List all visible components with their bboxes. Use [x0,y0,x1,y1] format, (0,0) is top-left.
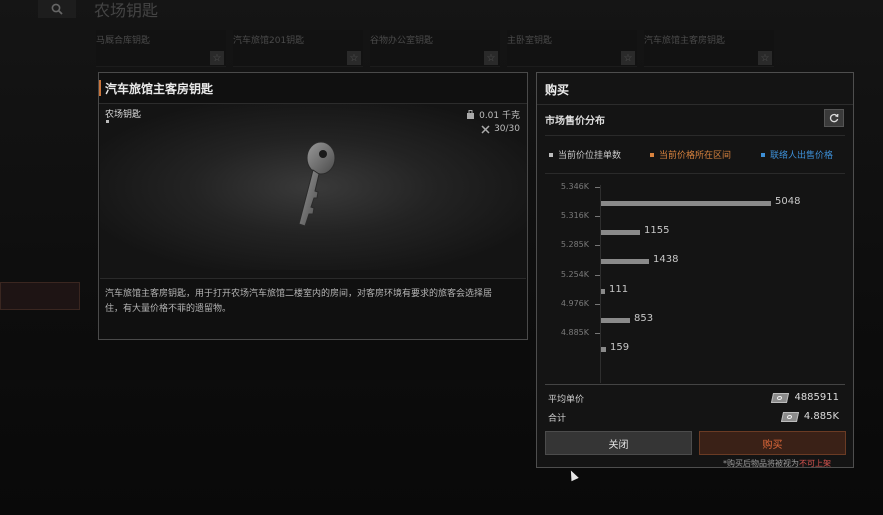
key-icon [298,141,336,227]
legend-swatch [549,152,553,157]
price-distribution-chart: 5.346K 5048 5.316K 1155 5.285K 1438 5.254K 111 4… [537,177,853,385]
background-key-tile[interactable]: 主卧室钥匙 ☆ [507,30,637,67]
star-icon[interactable]: ☆ [758,51,772,65]
item-title-bar: 汽车旅馆主客房钥匙 [99,73,527,104]
divider [545,173,845,174]
background-key-tile[interactable]: 汽车旅馆主客房钥匙 ☆ [644,30,774,67]
search-icon [51,3,63,15]
close-button[interactable]: 关闭 [545,431,692,455]
background-key-tile[interactable]: 汽车旅馆201钥匙 ☆ [233,30,363,67]
chart-bar-label: 1155 [644,225,670,237]
chart-tick-label: 5.285K [560,240,589,250]
chart-tick-mark [595,245,600,247]
total-price-value: 4.885K [803,411,839,422]
money-icon [771,392,790,403]
chart-tick-label: 5.346K [560,182,589,191]
chart-bar-label: 5048 [775,196,801,207]
chart-bar-label: 1438 [653,254,679,266]
background-key-tile[interactable]: 谷物办公室钥匙 ☆ [370,30,500,67]
average-price-label: 平均单价 [548,395,585,405]
item-durability-value: 30/30 [494,124,520,134]
chart-bar-label: 853 [634,312,654,324]
chart-tick-label: 4.885K [560,328,589,337]
background-key-tile[interactable]: 马厩合库钥匙 ☆ [96,30,226,67]
buy-button[interactable]: 购买 [699,431,846,455]
chart-tick-label: 5.254K [560,269,589,279]
price-distribution-title: 市场售价分布 [545,116,605,127]
chart-axis [600,185,601,383]
star-icon[interactable]: ☆ [621,51,635,65]
chart-bar [601,288,605,294]
average-price-row: 平均单价 4885911 [548,392,839,405]
item-category: 农场钥匙 [105,110,142,120]
legend-item-current-range: 当前价格所在区间 [650,148,731,161]
divider [545,384,845,385]
background-side-tab[interactable] [0,282,80,310]
background-key-label: 汽车旅馆201钥匙 [233,36,305,46]
tools-icon [481,124,490,134]
star-icon[interactable]: ☆ [484,51,498,65]
background-category-title: 农场钥匙 [94,1,159,20]
item-preview: 农场钥匙 0.01 千克 30/30 [100,104,527,270]
legend-swatch [650,152,654,157]
search-button[interactable] [38,0,76,18]
star-icon[interactable]: ☆ [210,51,224,65]
item-durability: 30/30 [481,124,520,134]
divider [545,135,845,136]
chart-bar [601,230,640,236]
legend-item-contact-price: 联络人出售价格 [761,148,833,161]
background-key-label: 主卧室钥匙 [507,36,553,46]
description-line: 汽车旅馆主客房钥匙，用于打开农场汽车旅馆二楼室内的房间，对客房环境有要求的旅客会… [105,289,493,299]
background-key-label: 谷物办公室钥匙 [370,36,434,46]
chart-tick-label: 4.976K [560,298,589,308]
item-title: 汽车旅馆主客房钥匙 [105,82,214,96]
item-detail-panel: 汽车旅馆主客房钥匙 农场钥匙 0.01 千克 30/30 汽车旅馆主客房钥匙，用… [98,72,528,340]
chart-tick-mark [595,303,600,305]
chart-tick-mark [595,216,600,218]
legend-label: 当前价位挂单数 [558,151,622,161]
purchase-note: *购买后物品将被视为不可上架 [723,458,831,469]
refresh-button[interactable] [824,109,844,127]
chart-bar [601,201,771,206]
description-line: 住，有大量价格不菲的遗留物。 [105,304,232,314]
chart-bar [601,347,606,352]
purchase-note-warning: 不可上架 [799,459,831,468]
item-description: 汽车旅馆主客房钥匙，用于打开农场汽车旅馆二楼室内的房间，对客房环境有要求的旅客会… [105,287,523,317]
average-price-value: 4885911 [794,392,839,403]
item-weight-value: 0.01 千克 [479,111,520,121]
legend-label: 当前价格所在区间 [659,151,732,161]
chart-tick-mark [595,187,600,188]
category-dot [106,120,109,123]
buy-title: 购买 [545,83,570,97]
legend-item-count: 当前价位挂单数 [549,148,621,161]
divider [537,104,853,105]
description-divider [100,270,526,279]
chart-bar [601,259,649,265]
money-icon [780,411,799,422]
buy-panel: 购买 市场售价分布 当前价位挂单数 当前价格所在区间 联络人出售价格 5.346… [536,72,854,468]
item-weight: 0.01 千克 [466,108,520,121]
star-icon[interactable]: ☆ [347,51,361,65]
chart-bar-label: 111 [609,283,629,295]
chart-bar [601,317,630,323]
purchase-note-text: *购买后物品将被视为 [723,459,799,468]
chart-tick-label: 5.316K [560,211,589,221]
total-price-row: 合计 4.885K [548,411,839,424]
legend-swatch [761,152,765,157]
chart-tick-mark [595,274,600,276]
background-key-label: 马厩合库钥匙 [96,36,151,46]
background-key-label: 汽车旅馆主客房钥匙 [644,36,726,46]
title-accent-bar [99,80,101,96]
chart-tick-mark [595,333,600,334]
total-price-label: 合计 [548,414,567,424]
refresh-icon [829,113,839,123]
chart-bar-label: 159 [610,342,630,353]
legend-label: 联络人出售价格 [770,151,834,161]
weight-icon [467,110,475,119]
